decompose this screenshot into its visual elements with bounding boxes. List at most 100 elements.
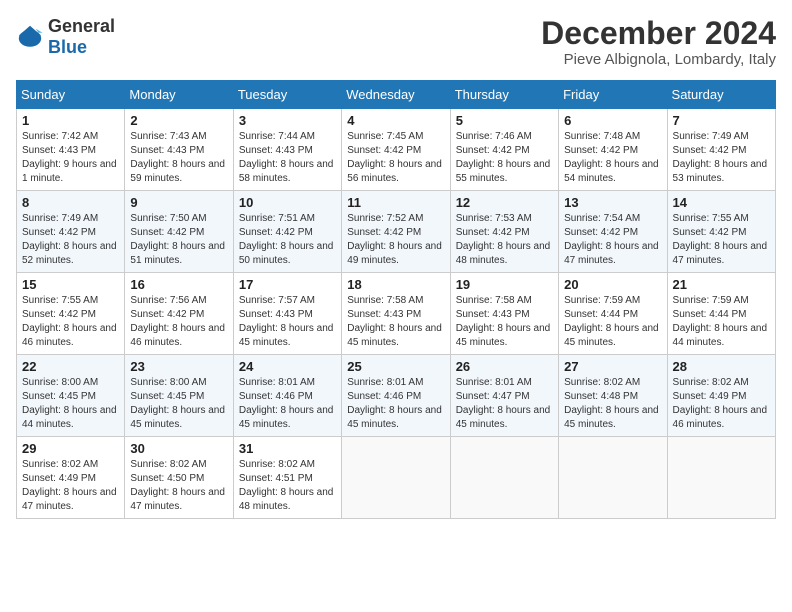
calendar-cell: 16 Sunrise: 7:56 AMSunset: 4:42 PMDayligh… xyxy=(125,273,233,355)
day-number: 1 xyxy=(22,113,119,128)
weekday-header: Wednesday xyxy=(342,81,450,109)
day-number: 24 xyxy=(239,359,336,374)
calendar-cell: 2 Sunrise: 7:43 AMSunset: 4:43 PMDaylight… xyxy=(125,109,233,191)
day-info: Sunrise: 8:00 AMSunset: 4:45 PMDaylight:… xyxy=(22,376,119,432)
day-info: Sunrise: 7:43 AMSunset: 4:43 PMDaylight:… xyxy=(130,130,227,186)
day-number: 7 xyxy=(673,113,770,128)
day-number: 25 xyxy=(347,359,444,374)
calendar-cell: 19Sunrise: 7:58 AMSunset: 4:43 PMDayligh… xyxy=(450,273,558,355)
day-info: Sunrise: 7:59 AMSunset: 4:44 PMDaylight:… xyxy=(673,294,770,350)
day-info: Sunrise: 7:48 AMSunset: 4:42 PMDaylight:… xyxy=(564,130,661,186)
day-info: Sunrise: 7:56 AMSunset: 4:42 PMDaylight:… xyxy=(130,294,227,350)
day-info: Sunrise: 7:53 AMSunset: 4:42 PMDaylight:… xyxy=(456,212,553,268)
day-number: 15 xyxy=(22,277,119,292)
day-number: 29 xyxy=(22,441,119,456)
calendar-cell: 12Sunrise: 7:53 AMSunset: 4:42 PMDayligh… xyxy=(450,191,558,273)
calendar-week-row: 22 Sunrise: 8:00 AMSunset: 4:45 PMDayligh… xyxy=(17,355,776,437)
day-number: 23 xyxy=(130,359,227,374)
day-info: Sunrise: 8:02 AMSunset: 4:49 PMDaylight:… xyxy=(22,458,119,514)
calendar-cell xyxy=(559,437,667,519)
day-number: 27 xyxy=(564,359,661,374)
day-number: 10 xyxy=(239,195,336,210)
day-info: Sunrise: 8:01 AMSunset: 4:46 PMDaylight:… xyxy=(347,376,444,432)
calendar-week-row: 15Sunrise: 7:55 AMSunset: 4:42 PMDayligh… xyxy=(17,273,776,355)
day-info: Sunrise: 7:51 AMSunset: 4:42 PMDaylight:… xyxy=(239,212,336,268)
calendar-cell: 15Sunrise: 7:55 AMSunset: 4:42 PMDayligh… xyxy=(17,273,125,355)
day-info: Sunrise: 8:01 AMSunset: 4:46 PMDaylight:… xyxy=(239,376,336,432)
day-info: Sunrise: 8:00 AMSunset: 4:45 PMDaylight:… xyxy=(130,376,227,432)
calendar-cell xyxy=(342,437,450,519)
day-number: 5 xyxy=(456,113,553,128)
day-info: Sunrise: 7:45 AMSunset: 4:42 PMDaylight:… xyxy=(347,130,444,186)
calendar-week-row: 29 Sunrise: 8:02 AMSunset: 4:49 PMDayligh… xyxy=(17,437,776,519)
calendar-cell: 24 Sunrise: 8:01 AMSunset: 4:46 PMDayligh… xyxy=(233,355,341,437)
day-info: Sunrise: 8:02 AMSunset: 4:49 PMDaylight:… xyxy=(673,376,770,432)
calendar-cell: 10 Sunrise: 7:51 AMSunset: 4:42 PMDayligh… xyxy=(233,191,341,273)
calendar-week-row: 8Sunrise: 7:49 AMSunset: 4:42 PMDaylight… xyxy=(17,191,776,273)
day-info: Sunrise: 7:42 AMSunset: 4:43 PMDaylight:… xyxy=(22,130,119,186)
day-number: 22 xyxy=(22,359,119,374)
day-info: Sunrise: 8:02 AMSunset: 4:48 PMDaylight:… xyxy=(564,376,661,432)
day-number: 9 xyxy=(130,195,227,210)
day-number: 6 xyxy=(564,113,661,128)
day-number: 19 xyxy=(456,277,553,292)
day-info: Sunrise: 8:02 AMSunset: 4:50 PMDaylight:… xyxy=(130,458,227,514)
day-number: 13 xyxy=(564,195,661,210)
calendar-cell: 22 Sunrise: 8:00 AMSunset: 4:45 PMDayligh… xyxy=(17,355,125,437)
day-number: 20 xyxy=(564,277,661,292)
day-number: 28 xyxy=(673,359,770,374)
day-info: Sunrise: 8:02 AMSunset: 4:51 PMDaylight:… xyxy=(239,458,336,514)
calendar-cell: 27 Sunrise: 8:02 AMSunset: 4:48 PMDayligh… xyxy=(559,355,667,437)
day-number: 11 xyxy=(347,195,444,210)
calendar-cell: 13 Sunrise: 7:54 AMSunset: 4:42 PMDayligh… xyxy=(559,191,667,273)
logo: General Blue xyxy=(16,16,115,58)
calendar-table: SundayMondayTuesdayWednesdayThursdayFrid… xyxy=(16,80,776,519)
day-number: 14 xyxy=(673,195,770,210)
calendar-cell: 30 Sunrise: 8:02 AMSunset: 4:50 PMDayligh… xyxy=(125,437,233,519)
calendar-cell: 17 Sunrise: 7:57 AMSunset: 4:43 PMDayligh… xyxy=(233,273,341,355)
calendar-cell: 9Sunrise: 7:50 AMSunset: 4:42 PMDaylight… xyxy=(125,191,233,273)
calendar-cell: 20 Sunrise: 7:59 AMSunset: 4:44 PMDayligh… xyxy=(559,273,667,355)
day-info: Sunrise: 7:57 AMSunset: 4:43 PMDaylight:… xyxy=(239,294,336,350)
calendar-cell: 28 Sunrise: 8:02 AMSunset: 4:49 PMDayligh… xyxy=(667,355,775,437)
day-info: Sunrise: 7:49 AMSunset: 4:42 PMDaylight:… xyxy=(673,130,770,186)
day-number: 8 xyxy=(22,195,119,210)
calendar-week-row: 1 Sunrise: 7:42 AMSunset: 4:43 PMDaylight… xyxy=(17,109,776,191)
logo-icon xyxy=(16,23,44,51)
day-number: 3 xyxy=(239,113,336,128)
day-number: 26 xyxy=(456,359,553,374)
calendar-cell: 11 Sunrise: 7:52 AMSunset: 4:42 PMDayligh… xyxy=(342,191,450,273)
weekday-header: Saturday xyxy=(667,81,775,109)
day-number: 4 xyxy=(347,113,444,128)
weekday-header-row: SundayMondayTuesdayWednesdayThursdayFrid… xyxy=(17,81,776,109)
day-info: Sunrise: 8:01 AMSunset: 4:47 PMDaylight:… xyxy=(456,376,553,432)
day-info: Sunrise: 7:52 AMSunset: 4:42 PMDaylight:… xyxy=(347,212,444,268)
calendar-cell: 7 Sunrise: 7:49 AMSunset: 4:42 PMDaylight… xyxy=(667,109,775,191)
day-number: 17 xyxy=(239,277,336,292)
calendar-cell: 1 Sunrise: 7:42 AMSunset: 4:43 PMDaylight… xyxy=(17,109,125,191)
calendar-cell: 29 Sunrise: 8:02 AMSunset: 4:49 PMDayligh… xyxy=(17,437,125,519)
day-info: Sunrise: 7:59 AMSunset: 4:44 PMDaylight:… xyxy=(564,294,661,350)
logo-text: General Blue xyxy=(48,16,115,58)
day-info: Sunrise: 7:44 AMSunset: 4:43 PMDaylight:… xyxy=(239,130,336,186)
day-number: 21 xyxy=(673,277,770,292)
calendar-cell: 26 Sunrise: 8:01 AMSunset: 4:47 PMDayligh… xyxy=(450,355,558,437)
day-number: 31 xyxy=(239,441,336,456)
weekday-header: Monday xyxy=(125,81,233,109)
calendar-cell: 8Sunrise: 7:49 AMSunset: 4:42 PMDaylight… xyxy=(17,191,125,273)
day-number: 16 xyxy=(130,277,227,292)
day-info: Sunrise: 7:46 AMSunset: 4:42 PMDaylight:… xyxy=(456,130,553,186)
calendar-cell: 14Sunrise: 7:55 AMSunset: 4:42 PMDayligh… xyxy=(667,191,775,273)
day-number: 2 xyxy=(130,113,227,128)
calendar-cell: 21 Sunrise: 7:59 AMSunset: 4:44 PMDayligh… xyxy=(667,273,775,355)
day-info: Sunrise: 7:54 AMSunset: 4:42 PMDaylight:… xyxy=(564,212,661,268)
weekday-header: Friday xyxy=(559,81,667,109)
day-number: 30 xyxy=(130,441,227,456)
calendar-cell: 31 Sunrise: 8:02 AMSunset: 4:51 PMDayligh… xyxy=(233,437,341,519)
weekday-header: Tuesday xyxy=(233,81,341,109)
calendar-cell: 25 Sunrise: 8:01 AMSunset: 4:46 PMDayligh… xyxy=(342,355,450,437)
weekday-header: Sunday xyxy=(17,81,125,109)
weekday-header: Thursday xyxy=(450,81,558,109)
calendar-cell: 6 Sunrise: 7:48 AMSunset: 4:42 PMDaylight… xyxy=(559,109,667,191)
day-number: 18 xyxy=(347,277,444,292)
